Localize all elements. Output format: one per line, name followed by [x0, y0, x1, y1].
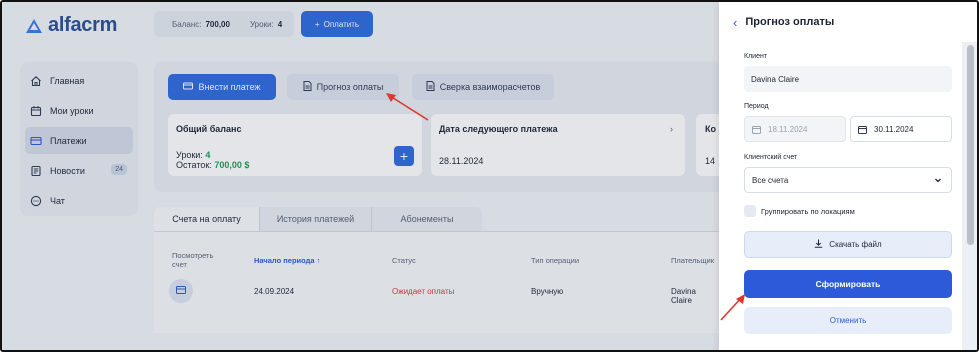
row-start-date: 24.09.2024: [254, 287, 295, 296]
account-label: Клиентский счет: [744, 154, 798, 161]
tab-payment-history[interactable]: История платежей: [260, 207, 372, 231]
period-to-value: 30.11.2024: [874, 124, 914, 134]
client-field[interactable]: Davina Claire: [744, 66, 952, 92]
invoices-table: [154, 231, 754, 333]
balance-card-title: Общий баланс: [176, 124, 242, 134]
table-header-payer: Плательщик: [671, 256, 714, 265]
table-header-type: Тип операции: [531, 256, 580, 265]
tabs: Счета на оплату История платежей Абонеме…: [154, 207, 482, 231]
sidebar-item-label: Мои уроки: [50, 105, 94, 116]
row-type: Вручную: [531, 287, 564, 296]
document-icon: [426, 81, 435, 93]
sidebar-item-news[interactable]: Новости 24: [25, 157, 133, 184]
tab-invoices[interactable]: Счета на оплату: [154, 207, 260, 231]
period-from-value: 18.11.2024: [768, 124, 808, 134]
add-balance-button[interactable]: +: [394, 146, 414, 166]
card-icon: [176, 286, 186, 296]
download-file-button[interactable]: Скачать файл: [744, 231, 952, 258]
lessons-line: Уроки: 4: [176, 150, 414, 160]
client-value: Davina Claire: [751, 74, 800, 84]
period-from-field: 18.11.2024: [744, 116, 846, 142]
lessons-line-label: Уроки:: [176, 150, 203, 160]
reconciliation-button[interactable]: Сверка взаиморасчетов: [412, 74, 554, 100]
period-to-field[interactable]: 30.11.2024: [850, 116, 952, 142]
period-label: Период: [744, 103, 769, 110]
lessons-value: 4: [277, 19, 283, 29]
group-by-location-label[interactable]: Группировать по локациям: [761, 207, 855, 216]
balance-label: Баланс:: [172, 19, 202, 29]
next-payment-title: Дата следующего платежа: [439, 124, 558, 134]
download-icon: [814, 239, 823, 250]
sidebar-item-home[interactable]: Главная: [25, 67, 133, 94]
screenshot-frame: alfacrm Баланс: 700,00 Уроки: 4 + Оплати…: [0, 0, 979, 352]
news-icon: [30, 165, 42, 177]
balance-value: 700,00: [205, 19, 230, 29]
calendar-icon: [752, 125, 761, 134]
next-payment-date: 28.11.2024: [439, 156, 484, 166]
forecast-button[interactable]: Прогноз оплаты: [287, 74, 399, 100]
calendar-icon: [30, 105, 42, 117]
forecast-button-label: Прогноз оплаты: [316, 82, 384, 92]
plus-icon: +: [314, 19, 320, 29]
sidebar-item-label: Чат: [50, 195, 65, 206]
scrollbar-thumb[interactable]: [967, 45, 974, 245]
home-icon: [30, 75, 42, 87]
lessons-line-value: 4: [205, 150, 211, 160]
remainder-value: 700,00 $: [214, 160, 250, 170]
forecast-drawer: ‹ Прогноз оплаты Клиент Davina Claire Пе…: [719, 2, 977, 350]
table-header-start[interactable]: Начало периода ↑: [254, 256, 320, 265]
reconciliation-button-label: Сверка взаиморасчетов: [439, 82, 541, 92]
sidebar-item-lessons[interactable]: Мои уроки: [25, 97, 133, 124]
chevron-right-icon: ›: [670, 124, 673, 134]
sidebar-item-label: Главная: [50, 75, 85, 86]
account-select[interactable]: Все счета: [744, 167, 952, 193]
sidebar: Главная Мои уроки Платежи Новости 24 Чат: [20, 62, 138, 216]
balance-summary: Баланс: 700,00 Уроки: 4: [154, 11, 294, 37]
table-header-view: Посмотреть счет: [172, 251, 214, 269]
deposit-button-label: Внести платеж: [198, 82, 261, 92]
row-status: Ожидает оплаты: [392, 287, 455, 296]
cancel-button[interactable]: Отменить: [744, 307, 952, 334]
download-file-label: Скачать файл: [829, 240, 882, 249]
card-icon: [183, 81, 194, 93]
chevron-down-icon: [934, 176, 942, 186]
client-label: Клиент: [744, 53, 768, 60]
drawer-scrollbar[interactable]: [962, 42, 977, 350]
next-payment-card[interactable]: Дата следующего платежа › 28.11.2024: [431, 114, 685, 176]
document-icon: [303, 81, 312, 93]
balance-card: Общий баланс Уроки: 4 Остаток: 700,00 $ …: [168, 114, 422, 176]
alfacrm-logo-icon: [26, 18, 42, 33]
pay-button[interactable]: + Оплатить: [301, 11, 373, 37]
view-invoice-button[interactable]: [169, 279, 193, 303]
sidebar-item-label: Платежи: [50, 135, 87, 146]
chat-icon: [30, 195, 42, 207]
logo[interactable]: alfacrm: [24, 14, 117, 37]
plus-icon: +: [399, 148, 409, 164]
pay-button-label: Оплатить: [323, 19, 360, 29]
card-icon: [30, 135, 42, 147]
sidebar-item-payments[interactable]: Платежи: [25, 127, 133, 154]
account-select-value: Все счета: [752, 175, 789, 185]
brand-name: alfacrm: [48, 14, 118, 36]
remainder-label: Остаток:: [176, 160, 212, 170]
row-payer: Davina Claire: [671, 287, 696, 305]
sidebar-item-label: Новости: [50, 165, 85, 176]
sidebar-item-chat[interactable]: Чат: [25, 187, 133, 214]
drawer-header: ‹ Прогноз оплаты: [719, 2, 977, 42]
remainder-line: Остаток: 700,00 $: [176, 160, 414, 170]
group-by-location-checkbox[interactable]: [744, 205, 756, 217]
news-count-badge: 24: [111, 164, 127, 175]
app-background: alfacrm Баланс: 700,00 Уроки: 4 + Оплати…: [2, 2, 754, 350]
lessons-label: Уроки:: [249, 19, 274, 29]
generate-button[interactable]: Сформировать: [744, 270, 952, 298]
calendar-icon: [858, 125, 867, 134]
tab-subscriptions[interactable]: Абонементы: [372, 207, 482, 231]
back-arrow-icon[interactable]: ‹: [733, 15, 737, 30]
deposit-button[interactable]: Внести платеж: [168, 74, 276, 100]
drawer-title: Прогноз оплаты: [745, 16, 835, 28]
table-header-status: Статус: [392, 256, 416, 265]
